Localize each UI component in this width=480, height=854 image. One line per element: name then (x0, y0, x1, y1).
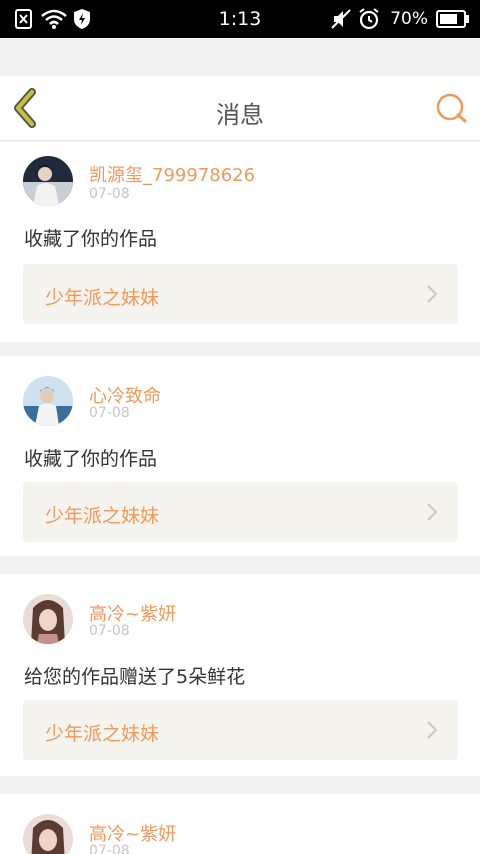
nav-bar: 消息 (0, 76, 480, 141)
page-title: 消息 (216, 101, 264, 129)
alarm-icon (359, 8, 379, 30)
work-link[interactable]: 少年派之妹妹 (23, 700, 458, 760)
message-date: 07-08 (89, 186, 130, 202)
avatar[interactable] (23, 376, 73, 426)
search-icon[interactable] (434, 92, 468, 126)
avatar[interactable] (23, 156, 73, 206)
username[interactable]: 凯源玺_799978626 (89, 161, 255, 187)
message-text: 收藏了你的作品 (24, 448, 158, 470)
message-card: 凯源玺_799978626 07-08 收藏了你的作品 少年派之妹妹 (0, 142, 480, 342)
message-date: 07-08 (89, 843, 130, 854)
work-title: 少年派之妹妹 (45, 287, 160, 309)
battery-percent: 70% (390, 9, 428, 29)
message-text: 给您的作品赠送了5朵鲜花 (24, 666, 246, 688)
work-link[interactable]: 少年派之妹妹 (23, 264, 458, 324)
message-card: 高冷~紫妍 07-08 给您的作品赠送了5朵鲜花 少年派之妹妹 (0, 574, 480, 776)
top-spacer (0, 38, 480, 76)
chevron-right-icon (427, 503, 438, 521)
chevron-right-icon (427, 285, 438, 303)
message-card: 心冷致命 07-08 收藏了你的作品 少年派之妹妹 (0, 356, 480, 556)
status-bar: 1:13 70% (0, 0, 480, 38)
message-text: 收藏了你的作品 (24, 228, 158, 250)
avatar[interactable] (23, 814, 73, 854)
chevron-right-icon (427, 721, 438, 739)
work-title: 少年派之妹妹 (45, 723, 160, 745)
avatar[interactable] (23, 594, 73, 644)
work-title: 少年派之妹妹 (45, 505, 160, 527)
work-link[interactable]: 少年派之妹妹 (23, 482, 458, 542)
message-date: 07-08 (89, 405, 130, 421)
message-card: 高冷~紫妍 07-08 (0, 794, 480, 854)
message-date: 07-08 (89, 623, 130, 639)
mute-icon (331, 9, 351, 29)
battery-icon (436, 10, 469, 28)
